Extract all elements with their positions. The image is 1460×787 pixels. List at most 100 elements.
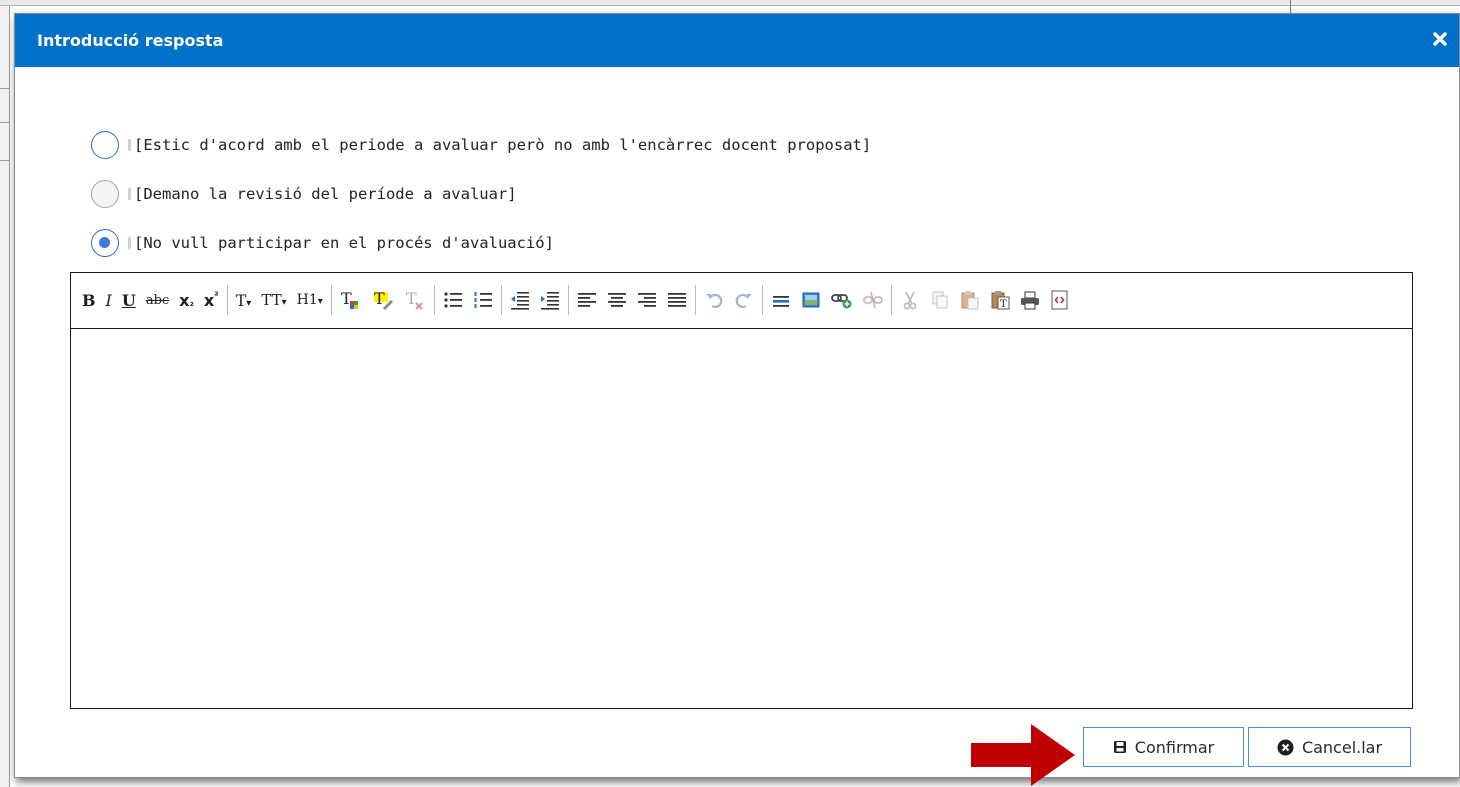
caret-down-icon: ▾ (317, 296, 323, 307)
svg-text:T: T (406, 289, 417, 308)
svg-text:T: T (374, 289, 385, 308)
paste-button[interactable] (955, 286, 985, 314)
cut-icon (903, 291, 917, 310)
dialog-title: Introducció resposta (37, 31, 224, 50)
caret-down-icon: ▾ (246, 297, 252, 309)
rich-text-editor: B I U abc x₂ x² T▾ TT▾ H1▾ T T T T (70, 272, 1413, 709)
indent-button[interactable] (535, 286, 565, 314)
bullet-list-button[interactable] (438, 286, 468, 314)
clear-format-icon: T (406, 289, 423, 310)
background-left-panel (0, 6, 10, 787)
bold-button[interactable]: B (77, 286, 101, 314)
option-row[interactable]: [No vull participar en el procés d'avalu… (91, 228, 554, 258)
align-center-button[interactable] (602, 286, 632, 314)
font-glyph: T (235, 290, 247, 310)
outdent-icon (510, 292, 529, 310)
editor-content-area[interactable] (71, 330, 1412, 708)
source-code-icon (1051, 290, 1068, 310)
font-family-icon: T▾ (236, 291, 252, 310)
superscript-mark: ² (214, 290, 219, 302)
dialog-titlebar: Introducció resposta (15, 14, 1459, 67)
cut-button[interactable] (895, 286, 925, 314)
align-right-button[interactable] (632, 286, 662, 314)
subscript-button[interactable]: x₂ (174, 286, 199, 314)
radio-button[interactable] (91, 180, 119, 208)
option-label: [Demano la revisió del període a avaluar… (134, 185, 517, 203)
toolbar-separator (433, 285, 435, 315)
italic-button[interactable]: I (101, 286, 117, 314)
superscript-icon: x² (204, 291, 219, 310)
redo-icon (735, 293, 752, 309)
align-justify-icon (667, 293, 686, 307)
unlink-button[interactable] (858, 286, 888, 314)
print-button[interactable] (1015, 286, 1045, 314)
toolbar-separator (761, 285, 763, 315)
image-icon (802, 292, 820, 308)
option-label: [Estic d'acord amb el periode a avaluar … (134, 136, 872, 154)
highlight-button[interactable]: T (367, 286, 399, 314)
subscript-icon: x₂ (179, 291, 194, 310)
cancel-button[interactable]: Cancel.lar (1248, 727, 1411, 767)
option-label: [No vull participar en el procés d'avalu… (134, 234, 554, 252)
close-button[interactable] (1429, 28, 1451, 50)
size-glyph: TT (261, 291, 282, 309)
background-tick (0, 160, 10, 161)
align-left-icon (577, 293, 596, 307)
toolbar-separator (567, 285, 569, 315)
toolbar-separator (890, 285, 892, 315)
source-code-button[interactable] (1045, 286, 1075, 314)
underline-button[interactable]: U (117, 286, 141, 314)
redo-button[interactable] (729, 286, 759, 314)
toolbar-separator (226, 285, 228, 315)
toolbar-separator (694, 285, 696, 315)
paste-text-button[interactable]: T (985, 286, 1015, 314)
horizontal-rule-button[interactable] (766, 286, 796, 314)
undo-button[interactable] (699, 286, 729, 314)
copy-icon (932, 291, 948, 309)
numbered-list-button[interactable] (468, 286, 498, 314)
confirm-button[interactable]: Confirmar (1083, 727, 1244, 767)
font-size-dropdown[interactable]: TT▾ (256, 286, 291, 314)
svg-text:T: T (1000, 299, 1007, 310)
align-right-icon (637, 293, 656, 307)
radio-button-selected[interactable] (91, 229, 119, 257)
heading-glyph: H1 (296, 292, 318, 308)
radio-button[interactable] (91, 131, 119, 159)
background-tick (0, 122, 10, 123)
italic-icon: I (105, 290, 112, 310)
cancel-label: Cancel.lar (1301, 737, 1383, 757)
strikethrough-icon: abc (145, 292, 170, 308)
print-icon (1020, 291, 1039, 310)
horizontal-rule-icon (772, 296, 789, 307)
copy-button[interactable] (925, 286, 955, 314)
option-row[interactable]: [Demano la revisió del període a avaluar… (91, 179, 517, 209)
option-separator (128, 237, 131, 249)
editor-toolbar: B I U abc x₂ x² T▾ TT▾ H1▾ T T T T (71, 273, 1412, 329)
font-family-dropdown[interactable]: T▾ (231, 286, 257, 314)
superscript-button[interactable]: x² (199, 286, 224, 314)
undo-icon (705, 293, 723, 309)
image-button[interactable] (796, 286, 826, 314)
indent-icon (540, 292, 559, 310)
heading-dropdown[interactable]: H1▾ (292, 286, 328, 314)
background-header (0, 0, 1460, 6)
strikethrough-button[interactable]: abc (141, 286, 174, 314)
radio-dot (99, 237, 110, 248)
align-justify-button[interactable] (662, 286, 692, 314)
superscript-glyph: x (203, 290, 215, 310)
paste-icon (961, 291, 979, 310)
bold-icon: B (82, 290, 96, 310)
text-color-button[interactable]: T (335, 286, 367, 314)
response-dialog: Introducció resposta [Estic d'acord amb … (14, 13, 1460, 786)
option-row[interactable]: [Estic d'acord amb el periode a avaluar … (91, 130, 871, 160)
clear-format-button[interactable]: T (399, 286, 431, 314)
bullet-list-icon (444, 292, 462, 308)
link-button[interactable] (826, 286, 858, 314)
outdent-button[interactable] (505, 286, 535, 314)
text-color-icon: T (341, 289, 358, 309)
paste-text-icon: T (991, 291, 1010, 310)
option-separator (128, 188, 131, 200)
numbered-list-icon (474, 292, 492, 308)
align-left-button[interactable] (572, 286, 602, 314)
background-tick (0, 88, 10, 89)
